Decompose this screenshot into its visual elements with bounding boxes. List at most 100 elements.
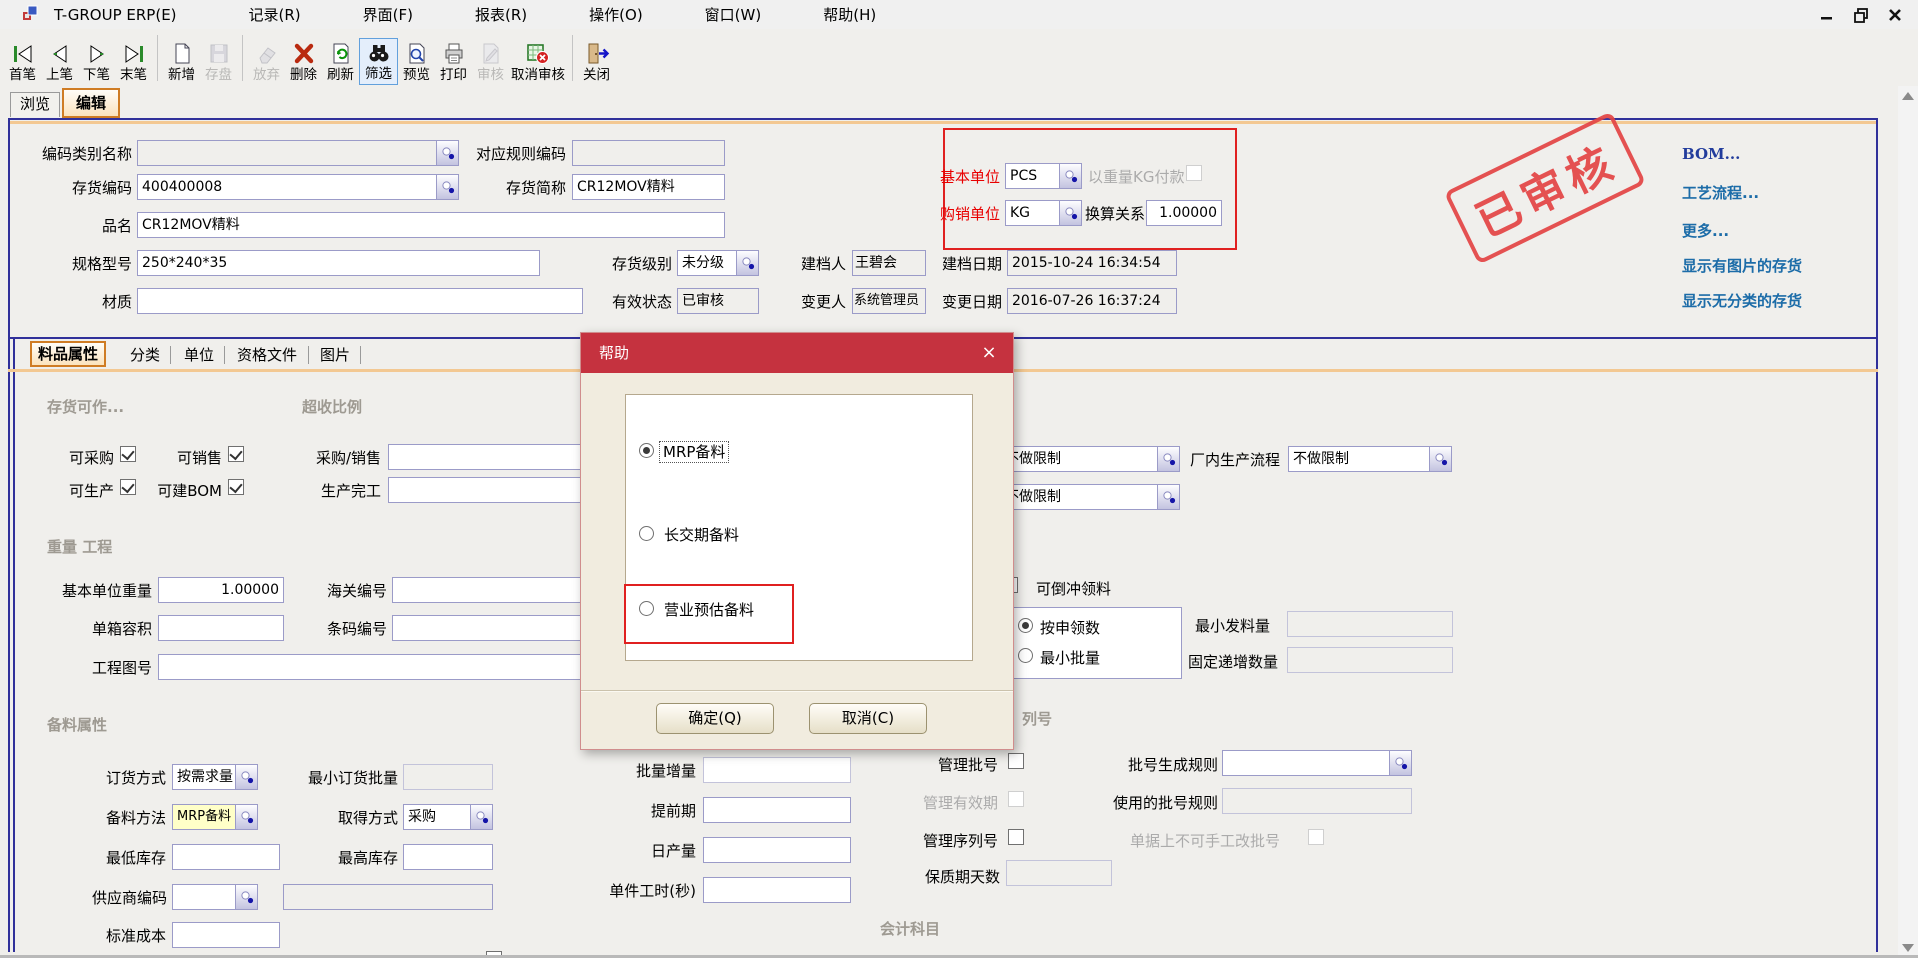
- menu-item-interface[interactable]: 界面(F): [363, 4, 413, 25]
- supplier-field[interactable]: [172, 884, 236, 910]
- batch-inc-label: 批量增量: [620, 760, 696, 781]
- menu-item-report[interactable]: 报表(R): [475, 4, 527, 25]
- rule-code-field[interactable]: [572, 140, 725, 166]
- limit2-field[interactable]: 不做限制: [1000, 484, 1158, 510]
- menu-item-window[interactable]: 窗口(W): [705, 4, 762, 25]
- factory-flow-field[interactable]: 不做限制: [1288, 446, 1430, 472]
- tab-classification[interactable]: 分类: [124, 342, 166, 368]
- long-leadtime-option-label[interactable]: 长交期备料: [664, 524, 739, 545]
- show-unclassified-link[interactable]: 显示无分类的存货: [1682, 290, 1802, 311]
- first-record-button[interactable]: 首笔: [4, 40, 41, 85]
- last-record-button[interactable]: 末笔: [115, 40, 152, 85]
- bom-link[interactable]: BOM...: [1682, 145, 1740, 163]
- filter-button[interactable]: 筛选: [359, 38, 398, 85]
- limit1-field[interactable]: 不做限制: [1000, 446, 1158, 472]
- close-icon[interactable]: [1886, 6, 1904, 24]
- section-over-ratio: 超收比例: [302, 396, 362, 417]
- can-bom-checkbox[interactable]: [228, 479, 244, 495]
- menu-app-title[interactable]: T-GROUP ERP(E): [54, 6, 177, 24]
- refresh-button[interactable]: 刷新: [322, 40, 359, 85]
- purchasable-checkbox[interactable]: [120, 446, 136, 462]
- order-method-field[interactable]: 按需求量: [172, 764, 236, 790]
- box-volume-field[interactable]: [158, 615, 284, 641]
- inv-level-field[interactable]: 未分级: [677, 250, 737, 276]
- menu-item-record[interactable]: 记录(R): [249, 4, 301, 25]
- tab-picture[interactable]: 图片: [314, 342, 356, 368]
- vertical-scrollbar[interactable]: [1898, 86, 1918, 958]
- tab-qualification[interactable]: 资格文件: [230, 342, 304, 368]
- restore-icon[interactable]: [1852, 6, 1870, 24]
- producible-checkbox[interactable]: [120, 479, 136, 495]
- close-form-button[interactable]: 关闭: [578, 40, 615, 85]
- shelf-days-field[interactable]: [1006, 860, 1112, 886]
- material-field[interactable]: [137, 288, 583, 314]
- batch-manage-checkbox[interactable]: [1008, 753, 1024, 769]
- acquire-field[interactable]: 采购: [403, 804, 471, 830]
- spec-field[interactable]: 250*240*35: [137, 250, 540, 276]
- min-batch-radio[interactable]: [1018, 648, 1033, 663]
- min-stock-field[interactable]: [172, 844, 280, 870]
- dialog-separator: [581, 690, 1013, 692]
- mrp-option-label[interactable]: MRP备料: [660, 441, 728, 462]
- conversion-field[interactable]: 1.00000: [1146, 200, 1222, 226]
- by-request-radio[interactable]: [1018, 618, 1033, 633]
- prev-record-button[interactable]: 上笔: [41, 40, 78, 85]
- batch-rule-lookup-icon[interactable]: [1390, 750, 1412, 776]
- menu-item-operation[interactable]: 操作(O): [589, 4, 643, 25]
- inv-code-lookup-icon[interactable]: [437, 174, 459, 200]
- dialog-title[interactable]: 帮助: [581, 333, 1013, 373]
- scroll-down-icon[interactable]: [1902, 944, 1914, 952]
- next-record-button[interactable]: 下笔: [78, 40, 115, 85]
- prep-method-field[interactable]: MRP备料: [172, 804, 236, 830]
- trade-unit-lookup-icon[interactable]: [1060, 200, 1082, 226]
- cancel-button[interactable]: 取消(C): [809, 703, 927, 734]
- std-cost-field[interactable]: [172, 922, 280, 948]
- no-manual-batch-label: 单据上不可手工改批号: [1108, 830, 1280, 851]
- ok-button[interactable]: 确定(Q): [656, 703, 774, 734]
- print-button[interactable]: 打印: [435, 40, 472, 85]
- inv-abbr-field[interactable]: CR12MOV精料: [572, 174, 725, 200]
- unit-time-field[interactable]: [703, 877, 851, 903]
- more-link[interactable]: 更多...: [1682, 220, 1729, 241]
- prod-name-field[interactable]: CR12MOV精料: [137, 212, 725, 238]
- supplier-lookup-icon[interactable]: [236, 884, 258, 910]
- tab-browse[interactable]: 浏览: [10, 92, 60, 117]
- base-unit-field[interactable]: PCS: [1005, 163, 1060, 189]
- new-button[interactable]: 新增: [163, 40, 200, 85]
- prep-method-lookup-icon[interactable]: [236, 804, 258, 830]
- delete-button[interactable]: 删除: [285, 40, 322, 85]
- lead-time-field[interactable]: [703, 797, 851, 823]
- sellable-checkbox[interactable]: [228, 446, 244, 462]
- cancel-approve-button[interactable]: 取消审核: [509, 40, 567, 85]
- tab-unit[interactable]: 单位: [178, 342, 220, 368]
- mrp-radio[interactable]: [639, 443, 654, 458]
- inv-code-field[interactable]: 400400008: [137, 174, 437, 200]
- batch-rule-field[interactable]: [1222, 750, 1390, 776]
- limit2-lookup-icon[interactable]: [1158, 484, 1180, 510]
- serial-manage-checkbox[interactable]: [1008, 829, 1024, 845]
- dialog-close-icon[interactable]: ×: [977, 341, 1001, 365]
- minimize-icon[interactable]: [1818, 6, 1836, 24]
- trade-unit-field[interactable]: KG: [1005, 200, 1060, 226]
- daily-output-field[interactable]: [703, 837, 851, 863]
- toolbar-label: 取消审核: [511, 67, 565, 84]
- base-unit-lookup-icon[interactable]: [1060, 163, 1082, 189]
- unit-weight-field[interactable]: 1.00000: [158, 577, 284, 603]
- long-leadtime-radio[interactable]: [639, 526, 654, 541]
- preview-button[interactable]: 预览: [398, 40, 435, 85]
- prep-method-label: 备料方法: [100, 807, 166, 828]
- code-class-field[interactable]: [137, 140, 437, 166]
- tab-item-attributes[interactable]: 料品属性: [30, 341, 106, 367]
- factory-flow-lookup-icon[interactable]: [1430, 446, 1452, 472]
- acquire-lookup-icon[interactable]: [471, 804, 493, 830]
- show-picture-items-link[interactable]: 显示有图片的存货: [1682, 255, 1802, 276]
- menu-item-help[interactable]: 帮助(H): [823, 4, 876, 25]
- max-stock-field[interactable]: [403, 844, 493, 870]
- code-class-lookup-icon[interactable]: [437, 140, 459, 166]
- limit1-lookup-icon[interactable]: [1158, 446, 1180, 472]
- tab-edit[interactable]: 编辑: [62, 88, 120, 118]
- process-flow-link[interactable]: 工艺流程...: [1682, 182, 1759, 203]
- order-method-lookup-icon[interactable]: [236, 764, 258, 790]
- inv-level-lookup-icon[interactable]: [737, 250, 759, 276]
- scroll-up-icon[interactable]: [1902, 92, 1914, 100]
